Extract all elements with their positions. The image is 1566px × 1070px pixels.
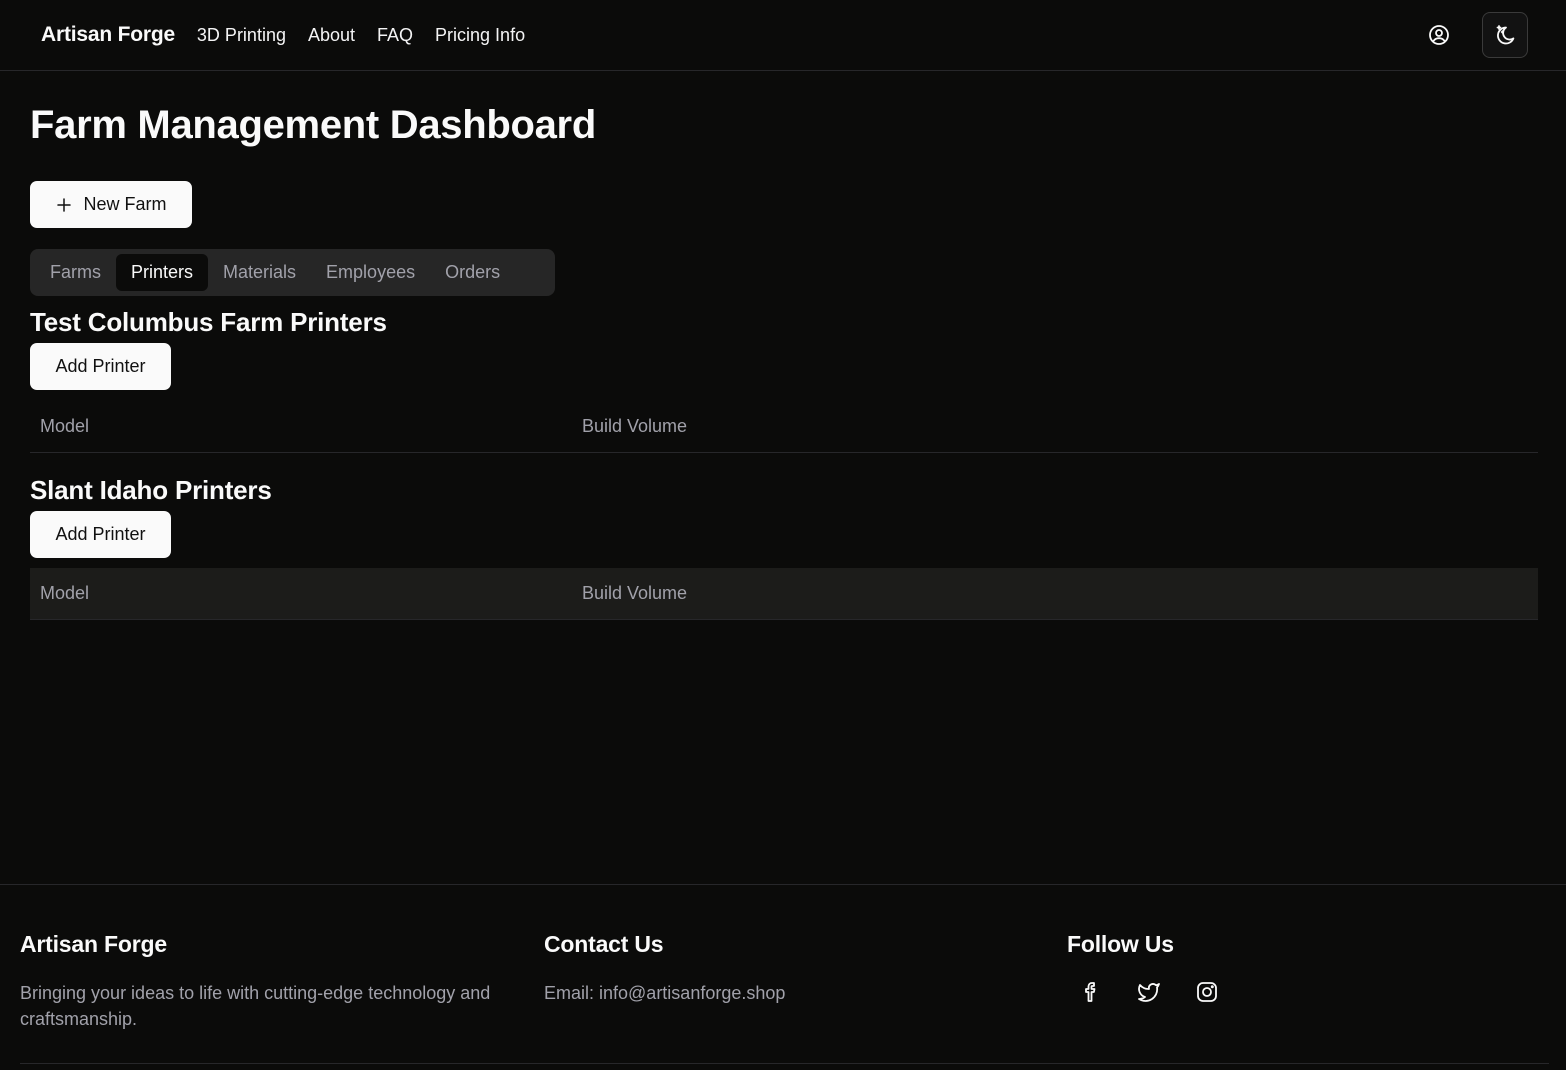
footer-divider <box>20 1063 1549 1064</box>
section-title-test-columbus: Test Columbus Farm Printers <box>30 307 387 337</box>
twitter-link[interactable] <box>1137 980 1161 1004</box>
printers-table-header-test-columbus: Model Build Volume <box>30 401 1538 453</box>
column-header-model[interactable]: Model <box>40 583 89 604</box>
tab-printers[interactable]: Printers <box>116 254 209 291</box>
column-header-model[interactable]: Model <box>40 416 89 437</box>
facebook-link[interactable] <box>1079 980 1103 1004</box>
header-actions <box>1416 12 1528 58</box>
moon-stars-icon <box>1496 25 1515 45</box>
nav-link-pricing-info[interactable]: Pricing Info <box>435 25 525 46</box>
tab-materials[interactable]: Materials <box>208 254 311 291</box>
column-header-build-volume[interactable]: Build Volume <box>582 583 687 604</box>
new-farm-label: New Farm <box>83 194 167 214</box>
site-footer: Artisan Forge Bringing your ideas to lif… <box>0 884 1566 1070</box>
theme-toggle-button[interactable] <box>1482 12 1528 58</box>
footer-follow-title: Follow Us <box>1067 931 1174 957</box>
page-title: Farm Management Dashboard <box>30 103 596 147</box>
footer-contact-title: Contact Us <box>544 931 664 957</box>
social-links <box>1067 980 1527 1004</box>
nav-link-about[interactable]: About <box>308 25 355 46</box>
nav-link-faq[interactable]: FAQ <box>377 25 413 46</box>
footer-contact-email[interactable]: Email: info@artisanforge.shop <box>544 980 1024 1006</box>
brand-logo-link[interactable]: Artisan Forge <box>41 23 175 47</box>
footer-follow-column: Follow Us <box>1067 931 1527 1004</box>
new-farm-button[interactable]: New Farm <box>30 181 192 228</box>
user-circle-icon <box>1429 25 1449 45</box>
column-header-build-volume[interactable]: Build Volume <box>582 416 687 437</box>
footer-brand-column: Artisan Forge Bringing your ideas to lif… <box>20 931 520 1032</box>
main-nav: 3D Printing About FAQ Pricing Info <box>197 25 525 46</box>
account-button[interactable] <box>1416 12 1462 58</box>
facebook-icon <box>1085 982 1096 1002</box>
top-navigation-bar: Artisan Forge 3D Printing About FAQ Pric… <box>0 0 1566 71</box>
section-title-slant-idaho: Slant Idaho Printers <box>30 475 272 505</box>
footer-brand-tagline: Bringing your ideas to life with cutting… <box>20 983 491 1029</box>
add-printer-button-slant-idaho[interactable]: Add Printer <box>30 511 171 558</box>
footer-contact-column: Contact Us Email: info@artisanforge.shop <box>544 931 1024 1006</box>
instagram-link[interactable] <box>1195 980 1219 1004</box>
tab-orders[interactable]: Orders <box>430 254 515 291</box>
plus-icon <box>57 197 72 212</box>
dashboard-tabs: Farms Printers Materials Employees Order… <box>30 249 555 296</box>
add-printer-button-test-columbus[interactable]: Add Printer <box>30 343 171 390</box>
twitter-icon <box>1138 983 1160 1002</box>
footer-brand-title: Artisan Forge <box>20 931 167 957</box>
instagram-icon <box>1197 982 1217 1002</box>
tab-employees[interactable]: Employees <box>311 254 430 291</box>
printers-table-header-slant-idaho: Model Build Volume <box>30 568 1538 620</box>
tab-farms[interactable]: Farms <box>35 254 116 291</box>
nav-link-3d-printing[interactable]: 3D Printing <box>197 25 286 46</box>
